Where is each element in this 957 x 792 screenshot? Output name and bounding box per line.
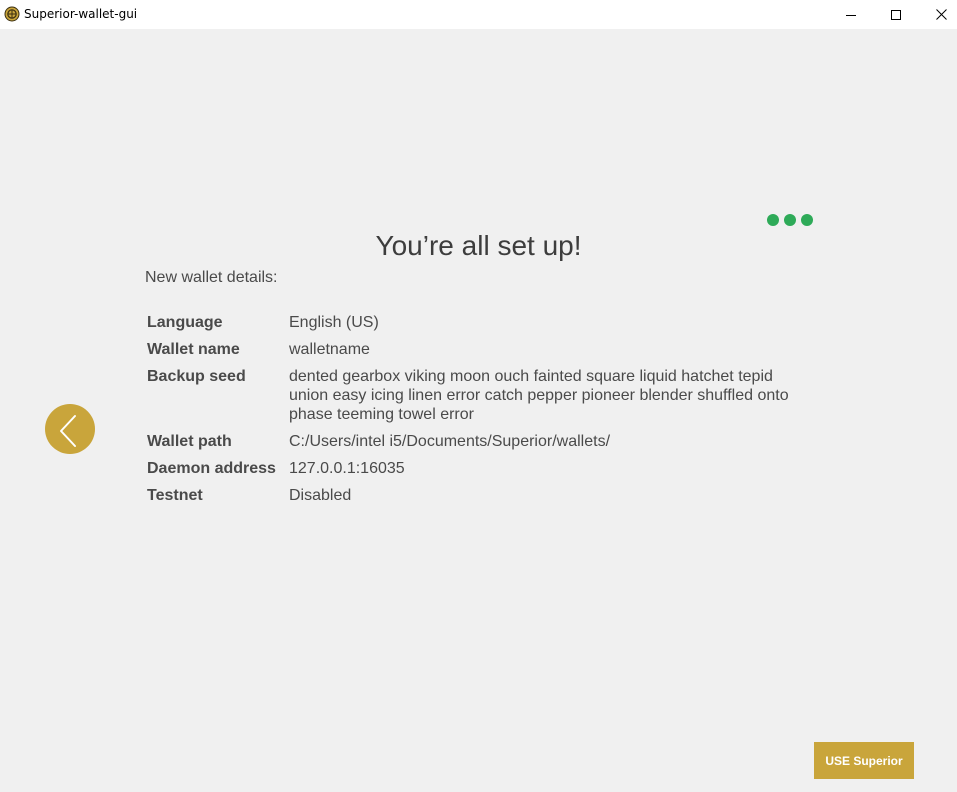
maximize-icon xyxy=(891,9,901,20)
progress-indicator xyxy=(767,214,813,226)
progress-step-dot xyxy=(767,214,779,226)
page-subtitle: New wallet details: xyxy=(145,269,278,286)
minimize-button[interactable] xyxy=(828,0,874,29)
window-title: Superior-wallet-gui xyxy=(24,7,138,21)
minimize-icon xyxy=(846,14,856,16)
detail-label: Language xyxy=(147,314,223,331)
maximize-button[interactable] xyxy=(873,0,919,29)
detail-row-daemon-address: Daemon address 127.0.0.1:16035 xyxy=(147,459,827,478)
detail-label: Wallet name xyxy=(147,341,240,358)
detail-label: Wallet path xyxy=(147,433,232,450)
chevron-left-icon xyxy=(60,415,76,447)
detail-label: Testnet xyxy=(147,487,203,504)
detail-value: walletname xyxy=(289,341,370,358)
back-button[interactable] xyxy=(45,404,95,454)
close-icon xyxy=(935,9,947,20)
detail-value: C:/Users/intel i5/Documents/Superior/wal… xyxy=(289,433,611,450)
window-titlebar: Superior-wallet-gui xyxy=(0,0,957,29)
wallet-details-list: Language English (US) Wallet name wallet… xyxy=(147,313,827,513)
progress-step-dot xyxy=(784,214,796,226)
detail-label: Backup seed xyxy=(147,368,246,385)
page-title: You’re all set up! xyxy=(375,230,582,261)
close-button[interactable] xyxy=(918,0,957,29)
detail-row-testnet: Testnet Disabled xyxy=(147,486,827,505)
progress-step-dot xyxy=(801,214,813,226)
superior-logo-icon xyxy=(4,6,20,22)
use-superior-button[interactable]: USE Superior xyxy=(814,742,914,779)
detail-value: English (US) xyxy=(289,314,379,331)
detail-row-wallet-path: Wallet path C:/Users/intel i5/Documents/… xyxy=(147,432,827,451)
detail-row-backup-seed: Backup seed dented gearbox viking moon o… xyxy=(147,367,827,424)
detail-row-language: Language English (US) xyxy=(147,313,827,332)
detail-value: 127.0.0.1:16035 xyxy=(289,460,405,477)
detail-value: dented gearbox viking moon ouch fainted … xyxy=(289,368,789,423)
detail-label: Daemon address xyxy=(147,460,276,477)
detail-row-wallet-name: Wallet name walletname xyxy=(147,340,827,359)
detail-value: Disabled xyxy=(289,487,352,504)
